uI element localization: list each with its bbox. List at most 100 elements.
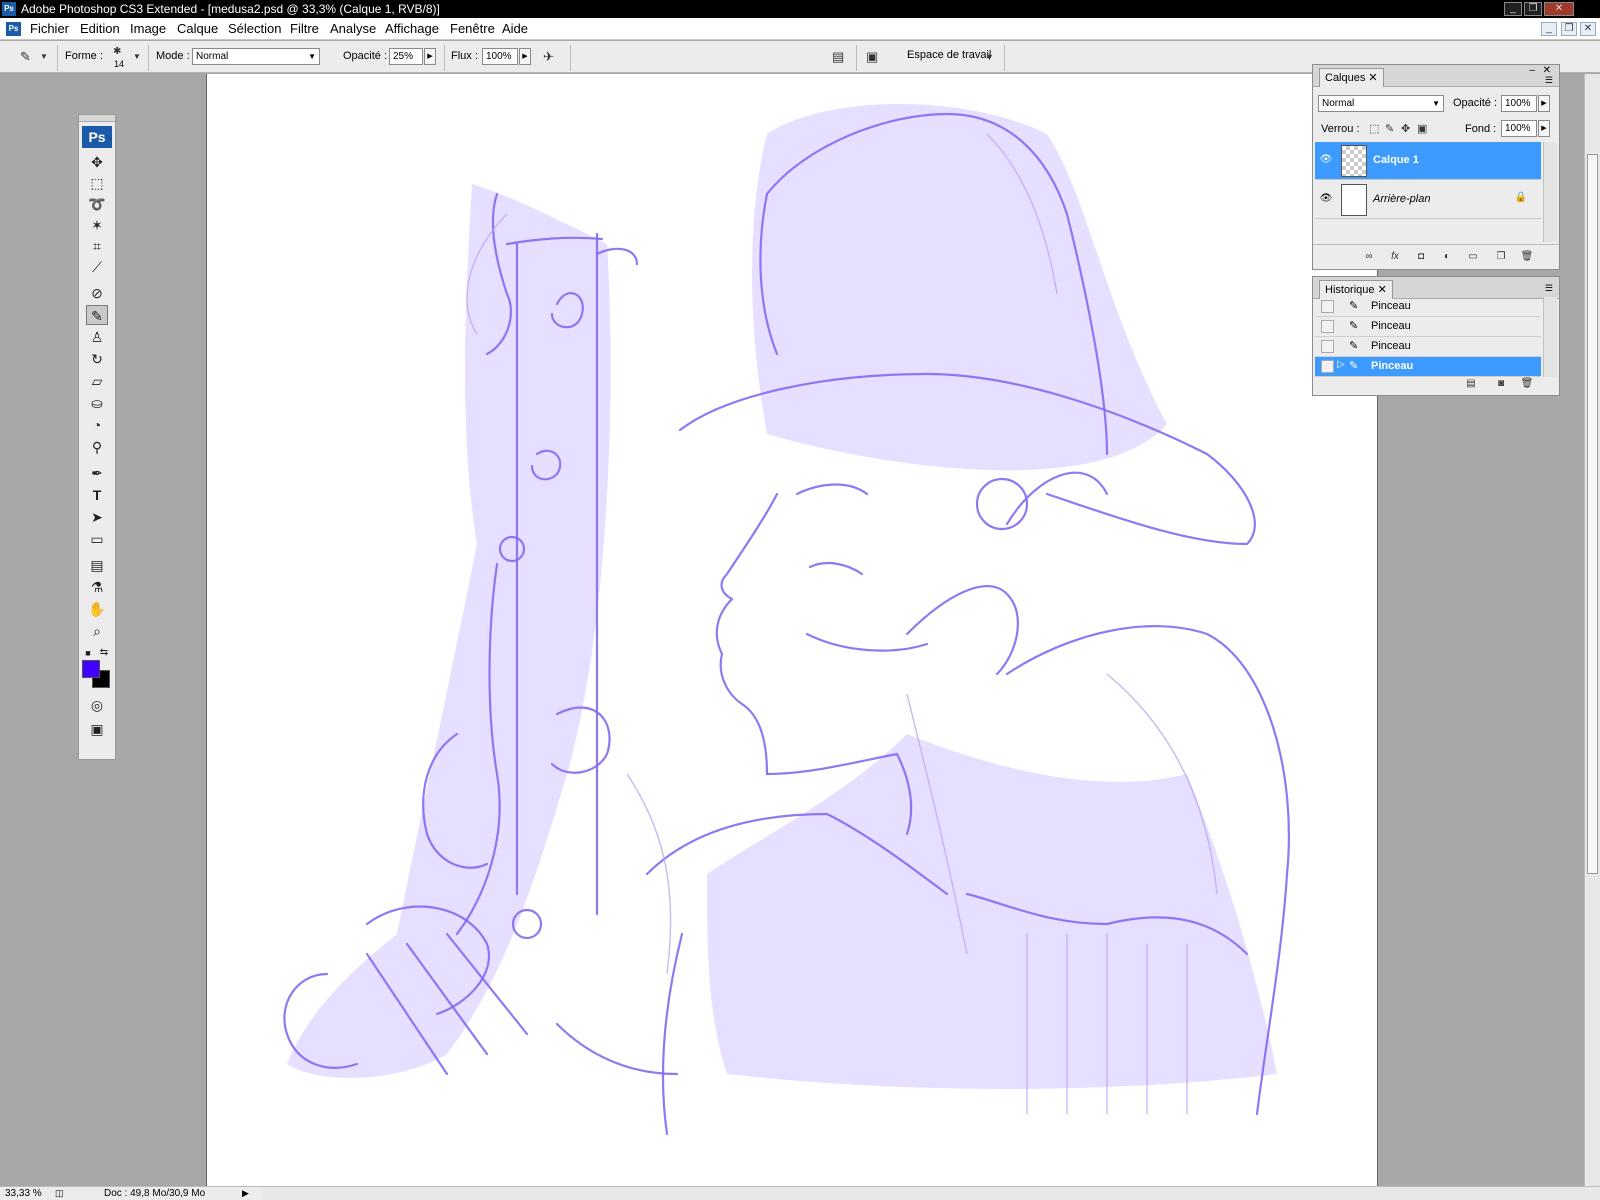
menu-analyse[interactable]: Analyse [330,21,376,37]
history-snapshot-box[interactable] [1321,340,1334,353]
zoom-level[interactable]: 33,33 % [5,1187,42,1200]
crop-tool-icon[interactable]: ⌗ [86,236,108,256]
clone-stamp-icon[interactable]: ♙ [86,327,108,347]
menu-edition[interactable]: Edition [80,21,120,37]
eraser-icon[interactable]: ▱ [86,371,108,391]
workspace-dropdown-icon[interactable]: ▼ [985,49,994,65]
workspace-button[interactable]: Espace de travail [907,49,991,61]
shape-tool-icon[interactable]: ▭ [86,529,108,549]
status-icon[interactable]: ◫ [55,1187,64,1200]
scrollbar-thumb[interactable] [1587,154,1598,874]
lasso-tool-icon[interactable]: ➰ [86,194,108,214]
trash-icon[interactable]: 🗑 [1519,377,1535,391]
trash-icon[interactable]: 🗑 [1519,250,1535,264]
healing-brush-icon[interactable]: ⊘ [86,283,108,303]
lock-pixels-icon[interactable]: ✎ [1385,121,1394,137]
history-scrollbar[interactable] [1543,297,1557,377]
eye-icon[interactable]: 👁 [1319,153,1333,167]
document-icon[interactable]: Ps [6,22,21,36]
brush-tip-icon[interactable]: ✱ [113,44,121,60]
doc-close-button[interactable]: ✕ [1580,22,1596,36]
history-item[interactable]: ✎ Pinceau [1315,297,1541,317]
notes-tool-icon[interactable]: ▤ [86,555,108,575]
screen-mode-icon[interactable]: ▣ [86,719,108,739]
menu-selection[interactable]: Sélection [228,21,281,37]
quick-mask-icon[interactable]: ◎ [86,695,108,715]
brush-tool-icon[interactable]: ✎ [86,305,108,325]
close-icon[interactable]: ✕ [1378,284,1387,296]
toolbox-grip[interactable] [79,115,115,122]
horizontal-scrollbar[interactable] [262,1186,1600,1200]
fill-slider[interactable]: ▶ [1538,120,1550,137]
flux-slider-button[interactable]: ▶ [519,48,531,65]
close-button[interactable]: ✕ [1544,2,1574,16]
airbrush-icon[interactable]: ✈ [543,49,554,65]
document-canvas[interactable] [206,74,1378,1186]
layers-scrollbar[interactable] [1543,142,1557,242]
vertical-scrollbar[interactable] [1584,74,1600,1186]
panel-minimize-icon[interactable]: – [1529,65,1535,76]
menu-aide[interactable]: Aide [502,21,528,37]
lock-position-icon[interactable]: ✥ [1401,121,1410,137]
eye-icon[interactable]: 👁 [1319,192,1333,206]
layer-opacity-slider[interactable]: ▶ [1538,95,1550,112]
history-snapshot-box[interactable] [1321,300,1334,313]
eyedropper-icon[interactable]: ⚗ [86,577,108,597]
new-document-icon[interactable]: ▤ [1463,377,1479,391]
pen-tool-icon[interactable]: ✒ [86,463,108,483]
history-snapshot-box[interactable] [1321,320,1334,333]
marquee-tool-icon[interactable]: ⬚ [86,173,108,193]
opacity-slider-button[interactable]: ▶ [424,48,436,65]
link-layers-icon[interactable]: ∞ [1361,250,1377,264]
history-snapshot-box[interactable] [1321,360,1334,373]
new-layer-icon[interactable]: ❐ [1493,250,1509,264]
move-tool-icon[interactable]: ✥ [86,152,108,172]
flux-input[interactable]: 100% [482,48,518,65]
blur-tool-icon[interactable]: ◔ [86,415,108,435]
tool-preset-dropdown[interactable]: ▼ [40,49,48,65]
tab-calques[interactable]: Calques ✕ [1319,68,1384,87]
new-group-icon[interactable]: ▭ [1465,250,1481,264]
lock-all-icon[interactable]: ▣ [1417,121,1427,137]
doc-restore-button[interactable]: ❐ [1561,22,1577,36]
paint-bucket-icon[interactable]: ⛀ [86,393,108,413]
brush-picker-dropdown[interactable]: ▼ [133,49,141,65]
bridge-icon[interactable]: ▣ [866,49,878,65]
layer-opacity-input[interactable]: 100% [1501,95,1537,112]
menu-image[interactable]: Image [130,21,166,37]
palette-well-icon[interactable]: ▤ [832,49,844,65]
menu-calque[interactable]: Calque [177,21,218,37]
adjustment-layer-icon[interactable]: ◐ [1439,250,1455,264]
menu-filtre[interactable]: Filtre [290,21,319,37]
hand-tool-icon[interactable]: ✋ [86,599,108,619]
camera-icon[interactable]: ◙ [1493,377,1509,391]
menu-affichage[interactable]: Affichage [385,21,439,37]
history-item[interactable]: ▷ ✎ Pinceau [1315,357,1541,377]
foreground-color-swatch[interactable] [82,660,100,678]
blend-mode-select[interactable]: Normal ▼ [1318,95,1444,112]
zoom-tool-icon[interactable]: ⌕ [86,621,108,641]
close-icon[interactable]: ✕ [1368,72,1377,84]
layer-style-icon[interactable]: fx [1387,250,1403,264]
type-tool-icon[interactable]: T [86,485,108,505]
layer-row[interactable]: 👁 Arrière-plan 🔒 [1315,181,1541,219]
dodge-tool-icon[interactable]: ⚲ [86,437,108,457]
layer-mask-icon[interactable]: ◘ [1413,250,1429,264]
fill-input[interactable]: 100% [1501,120,1537,137]
panel-menu-icon[interactable]: ☰ [1545,75,1553,86]
menu-fenetre[interactable]: Fenêtre [450,21,495,37]
lock-transparency-icon[interactable]: ⬚ [1369,121,1379,137]
magic-wand-icon[interactable]: ✶ [86,215,108,235]
history-brush-icon[interactable]: ↻ [86,349,108,369]
doc-minimize-button[interactable]: _ [1541,22,1557,36]
status-menu-arrow-icon[interactable]: ▶ [242,1187,249,1200]
brush-icon[interactable]: ✎ [20,49,31,65]
minimize-button[interactable]: _ [1504,2,1522,16]
slice-tool-icon[interactable]: ⟋ [86,257,108,277]
history-item[interactable]: ✎ Pinceau [1315,337,1541,357]
restore-button[interactable]: ❐ [1524,2,1542,16]
history-item[interactable]: ✎ Pinceau [1315,317,1541,337]
path-select-icon[interactable]: ➤ [86,507,108,527]
opacity-input[interactable]: 25% [389,48,423,65]
layer-row[interactable]: 👁 Calque 1 [1315,142,1541,180]
